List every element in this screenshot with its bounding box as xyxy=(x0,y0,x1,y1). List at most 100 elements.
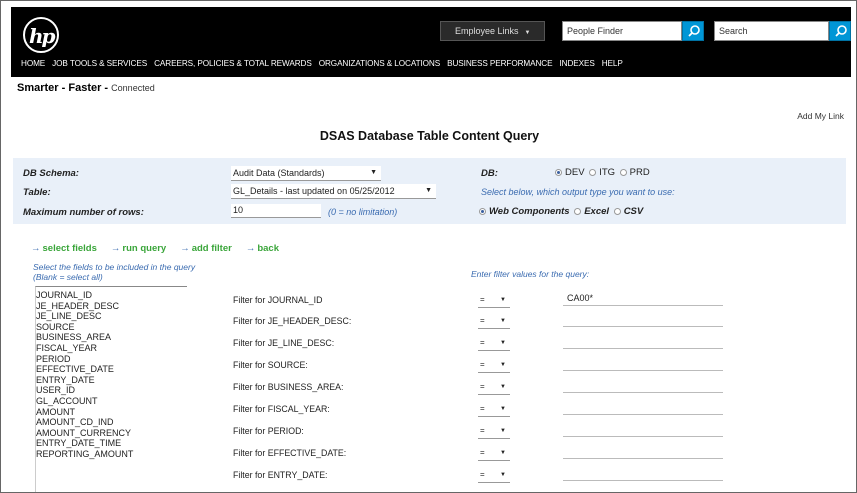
site-search-input[interactable]: Search xyxy=(714,21,829,41)
filter-label: Filter for JE_HEADER_DESC: xyxy=(233,316,352,326)
filter-row: Filter for PERIOD: = ▼ xyxy=(233,423,733,443)
list-item[interactable]: EFFECTIVE_DATE xyxy=(36,364,187,375)
back-link[interactable]: → back xyxy=(246,243,279,254)
tagline: Smarter - Faster - Connected xyxy=(17,82,155,94)
filter-label: Filter for BUSINESS_AREA: xyxy=(233,382,344,392)
list-item[interactable]: FISCAL_YEAR xyxy=(36,343,187,354)
list-item[interactable]: USER_ID xyxy=(36,385,187,396)
list-item[interactable]: ENTRY_DATE xyxy=(36,375,187,386)
page-title: DSAS Database Table Content Query xyxy=(319,129,540,143)
people-finder-search-button[interactable] xyxy=(682,21,704,41)
hp-logo[interactable]: hp xyxy=(23,17,59,53)
nav-business-performance[interactable]: BUSINESS PERFORMANCE xyxy=(447,59,552,68)
main-nav: HOME JOB TOOLS & SERVICES CAREERS, POLIC… xyxy=(21,59,623,68)
output-excel-radio[interactable] xyxy=(574,207,582,215)
filter-operator-select[interactable]: = ▼ xyxy=(478,401,510,417)
db-radio-group: DEV ITG PRD xyxy=(553,167,650,178)
list-item[interactable]: JE_LINE_DESC xyxy=(36,311,187,322)
filter-value-input[interactable]: CA00* xyxy=(563,290,723,306)
site-search-button[interactable] xyxy=(829,21,851,41)
list-item[interactable]: AMOUNT xyxy=(36,407,187,418)
filter-operator-select[interactable]: = ▼ xyxy=(478,445,510,461)
table-select[interactable]: GL_Details - last updated on 05/25/2012 ▼ xyxy=(231,184,436,199)
db-prd-radio[interactable] xyxy=(619,168,627,176)
filter-operator-select[interactable]: = ▼ xyxy=(478,292,510,308)
list-item[interactable]: AMOUNT_CURRENCY xyxy=(36,428,187,439)
filter-value-input[interactable] xyxy=(563,443,723,459)
list-item[interactable]: SOURCE xyxy=(36,322,187,333)
caret-down-icon: ▼ xyxy=(425,187,432,194)
db-label: DB: xyxy=(481,168,498,179)
filter-value-input[interactable] xyxy=(563,355,723,371)
filter-value-input[interactable] xyxy=(563,333,723,349)
arrow-right-icon: → xyxy=(31,243,41,254)
filter-operator-select[interactable]: = ▼ xyxy=(478,357,510,373)
filter-value-input[interactable] xyxy=(563,421,723,437)
filter-operator-select[interactable]: = ▼ xyxy=(478,423,510,439)
list-item[interactable]: AMOUNT_CD_IND xyxy=(36,417,187,428)
filter-hint: Enter filter values for the query: xyxy=(471,269,590,279)
add-my-link[interactable]: Add My Link xyxy=(797,111,844,121)
nav-job-tools[interactable]: JOB TOOLS & SERVICES xyxy=(52,59,147,68)
db-schema-value: Audit Data (Standards) xyxy=(233,168,325,178)
filter-value-input[interactable] xyxy=(563,399,723,415)
db-schema-select[interactable]: Audit Data (Standards) ▼ xyxy=(231,166,381,181)
nav-indexes[interactable]: INDEXES xyxy=(559,59,594,68)
nav-home[interactable]: HOME xyxy=(21,59,45,68)
fields-hint: Select the fields to be included in the … xyxy=(33,262,196,282)
filter-value-input[interactable] xyxy=(563,377,723,393)
nav-careers[interactable]: CAREERS, POLICIES & TOTAL REWARDS xyxy=(154,59,312,68)
filter-operator-value: = xyxy=(480,316,485,325)
caret-down-icon: ▼ xyxy=(500,318,506,324)
table-value: GL_Details - last updated on 05/25/2012 xyxy=(233,186,395,196)
filter-operator-select[interactable]: = ▼ xyxy=(478,379,510,395)
filter-operator-select[interactable]: = ▼ xyxy=(478,467,510,483)
arrow-right-icon: → xyxy=(245,243,256,254)
db-dev-radio[interactable] xyxy=(555,168,562,176)
db-itg-radio[interactable] xyxy=(589,168,597,176)
list-item[interactable]: ENTRY_DATE_TIME xyxy=(36,438,187,449)
list-item[interactable]: JOURNAL_ID xyxy=(36,290,187,301)
db-schema-label: DB Schema: xyxy=(23,168,79,179)
max-rows-input[interactable]: 10 xyxy=(231,204,321,218)
filter-value-input[interactable] xyxy=(563,465,723,481)
list-item[interactable]: REPORTING_AMOUNT xyxy=(36,449,187,460)
caret-down-icon: ▼ xyxy=(500,297,506,303)
employee-links-label: Employee Links xyxy=(455,26,519,36)
filter-operator-select[interactable]: = ▼ xyxy=(478,313,510,329)
add-filter-link[interactable]: → add filter xyxy=(180,243,232,254)
filter-operator-select[interactable]: = ▼ xyxy=(478,335,510,351)
output-csv-label: CSV xyxy=(623,206,644,217)
filter-row: Filter for JOURNAL_ID = ▼ CA00* xyxy=(233,292,733,312)
filter-row: Filter for ENTRY_DATE: = ▼ xyxy=(233,467,733,487)
output-web-components-radio[interactable] xyxy=(479,207,486,215)
output-csv-radio[interactable] xyxy=(613,207,621,215)
list-item[interactable]: GL_ACCOUNT xyxy=(36,396,187,407)
list-item[interactable]: JE_HEADER_DESC xyxy=(36,301,187,312)
filter-label: Filter for JE_LINE_DESC: xyxy=(233,338,335,348)
filter-operator-value: = xyxy=(480,295,485,304)
filter-label: Filter for ENTRY_DATE: xyxy=(233,470,328,480)
tagline-connected: Connected xyxy=(111,83,155,93)
output-radio-group: Web Components Excel CSV xyxy=(477,206,643,217)
filter-operator-value: = xyxy=(480,382,485,391)
nav-help[interactable]: HELP xyxy=(602,59,623,68)
arrow-right-icon: → xyxy=(180,243,190,254)
list-item[interactable]: PERIOD xyxy=(36,354,187,365)
output-hint: Select below, which output type you want… xyxy=(481,187,675,197)
arrow-right-icon: → xyxy=(110,243,121,254)
list-item[interactable]: BUSINESS_AREA xyxy=(36,332,187,343)
filter-operator-value: = xyxy=(480,338,485,347)
employee-links-dropdown[interactable]: Employee Links ▼ xyxy=(440,21,545,41)
select-fields-link[interactable]: → select fields xyxy=(31,243,97,254)
logo-text: hp xyxy=(29,24,55,48)
output-web-components-label: Web Components xyxy=(489,206,570,217)
filter-value-input[interactable] xyxy=(563,311,723,327)
run-query-link[interactable]: → run query xyxy=(111,243,166,254)
people-finder-input[interactable]: People Finder xyxy=(562,21,682,41)
db-itg-label: ITG xyxy=(599,167,616,178)
caret-down-icon: ▼ xyxy=(524,30,531,36)
nav-organizations[interactable]: ORGANIZATIONS & LOCATIONS xyxy=(319,59,440,68)
field-select-list[interactable]: JOURNAL_ID JE_HEADER_DESC JE_LINE_DESC S… xyxy=(35,286,187,492)
caret-down-icon: ▼ xyxy=(500,340,506,346)
